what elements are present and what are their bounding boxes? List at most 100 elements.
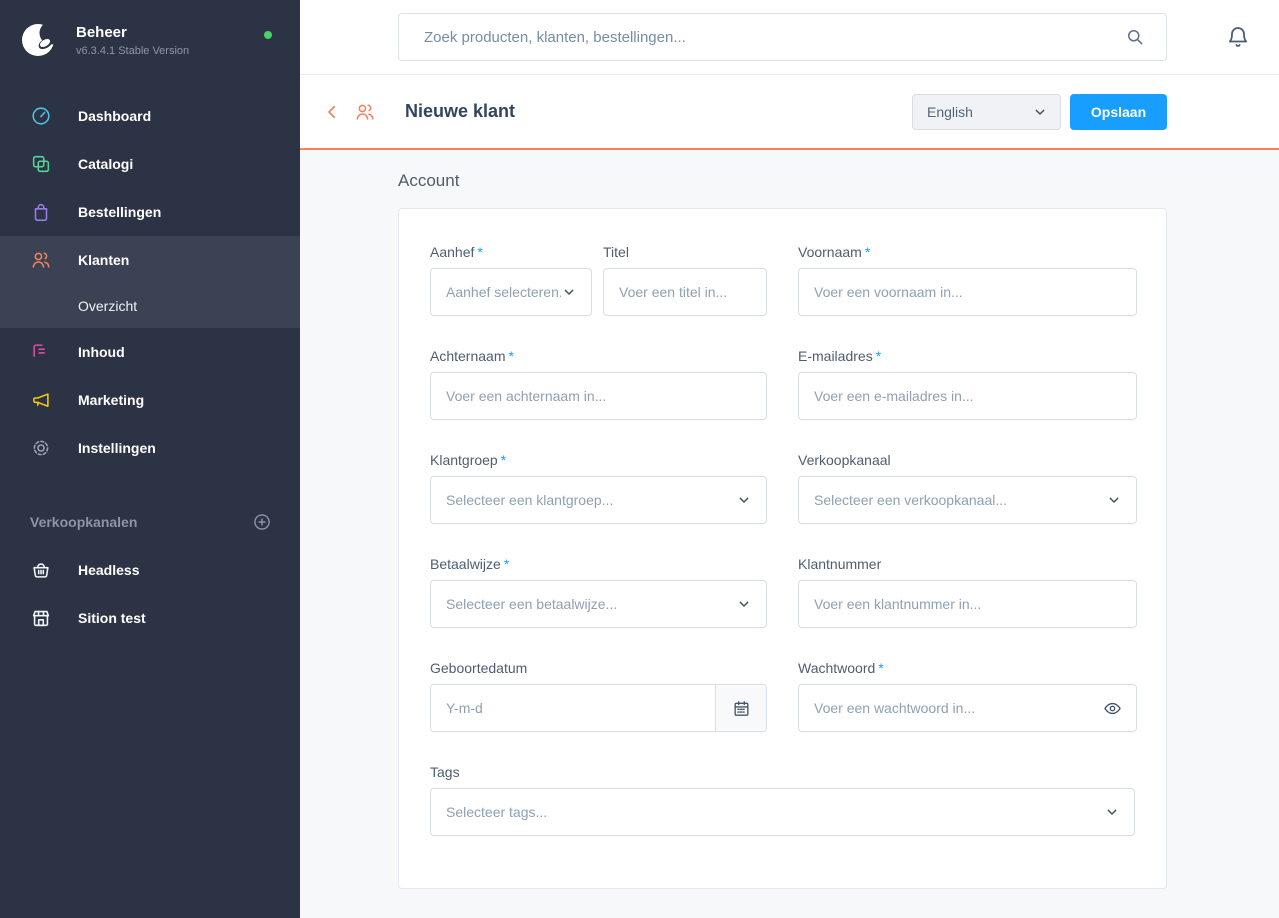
account-form-card: Aanhef * Aanhef selecteren... Titel Voer…: [398, 208, 1167, 889]
password-field: [798, 684, 1137, 732]
status-dot: [264, 31, 272, 39]
page-title: Nieuwe klant: [405, 101, 516, 121]
sidebar-subitem-label: Overzicht: [78, 298, 138, 314]
calendar-icon[interactable]: [715, 685, 766, 731]
sidebar-item-headless[interactable]: Headless: [0, 546, 300, 594]
language-select[interactable]: English: [912, 93, 1061, 130]
main-navigation: Dashboard Catalogi Bestellingen Klanten …: [0, 92, 300, 472]
required-marker: *: [875, 348, 882, 364]
sidebar-item-dashboard[interactable]: Dashboard: [0, 92, 300, 140]
app-version: v6.3.4.1 Stable Version: [76, 44, 190, 57]
sidebar-item-sition-test[interactable]: Sition test: [0, 594, 300, 642]
required-marker: *: [864, 244, 871, 260]
field-label-tags: Tags: [430, 764, 460, 780]
password-input[interactable]: [798, 684, 1137, 732]
orders-bag-icon: [30, 201, 52, 223]
smart-bar: Nieuwe klant English Opslaan: [300, 75, 1279, 150]
title-input[interactable]: [603, 268, 767, 316]
sales-channels-section: Verkoopkanalen Headless Sition test: [0, 498, 300, 642]
chevron-down-icon: [1032, 104, 1048, 120]
payment-method-placeholder: Selecteer een betaalwijze...: [446, 596, 618, 612]
sidebar-item-label: Klanten: [78, 252, 130, 268]
sidebar-item-klanten[interactable]: Klanten: [0, 236, 300, 284]
first-name-input[interactable]: [798, 268, 1137, 316]
field-label-klantnummer: Klantnummer: [798, 556, 882, 572]
sidebar-item-marketing[interactable]: Marketing: [0, 376, 300, 424]
customers-icon: [30, 249, 52, 271]
dashboard-icon: [30, 105, 52, 127]
sales-channel-placeholder: Selecteer een verkoopkanaal...: [814, 492, 1008, 508]
customer-number-input[interactable]: [798, 580, 1137, 628]
chevron-down-icon: [736, 492, 752, 508]
required-marker: *: [503, 556, 510, 572]
sidebar-item-label: Bestellingen: [78, 204, 162, 220]
field-label-geboortedatum: Geboortedatum: [430, 660, 528, 676]
salutation-select-placeholder: Aanhef selecteren...: [446, 284, 561, 300]
sidebar-item-overzicht[interactable]: Overzicht: [0, 284, 300, 328]
section-title: Account: [398, 171, 460, 190]
sidebar: Beheer v6.3.4.1 Stable Version Dashboard: [0, 0, 300, 918]
field-label-voornaam: Voornaam *: [798, 244, 871, 260]
catalog-icon: [30, 153, 52, 175]
field-label-aanhef: Aanhef *: [430, 244, 483, 260]
sidebar-item-label: Instellingen: [78, 440, 156, 456]
field-label-emailadres: E-mailadres *: [798, 348, 882, 364]
last-name-input[interactable]: [430, 372, 767, 420]
sidebar-item-label: Headless: [78, 562, 140, 578]
sidebar-item-catalogi[interactable]: Catalogi: [0, 140, 300, 188]
save-button[interactable]: Opslaan: [1070, 93, 1167, 130]
customer-group-placeholder: Selecteer een klantgroep...: [446, 492, 614, 508]
eye-icon[interactable]: [1103, 699, 1122, 718]
customer-group-select[interactable]: Selecteer een klantgroep...: [430, 476, 767, 524]
sidebar-active-section: Klanten Overzicht: [0, 236, 300, 328]
field-label-verkoopkanaal: Verkoopkanaal: [798, 452, 891, 468]
sidebar-item-label: Marketing: [78, 392, 145, 408]
chevron-down-icon: [561, 284, 577, 300]
customers-icon: [354, 101, 376, 123]
required-marker: *: [477, 244, 483, 260]
chevron-down-icon: [736, 596, 752, 612]
sales-channel-select[interactable]: Selecteer een verkoopkanaal...: [798, 476, 1137, 524]
sidebar-item-label: Dashboard: [78, 108, 152, 124]
email-input[interactable]: [798, 372, 1137, 420]
sales-channels-header: Verkoopkanalen: [30, 514, 138, 530]
top-header: [300, 0, 1279, 75]
field-label-betaalwijze: Betaalwijze *: [430, 556, 510, 572]
shopware-logo-icon: [18, 18, 63, 62]
required-marker: *: [508, 348, 514, 364]
storefront-icon: [30, 607, 52, 629]
app-root: Beheer v6.3.4.1 Stable Version Dashboard: [0, 0, 1279, 918]
plus-circle-icon[interactable]: [252, 512, 272, 532]
megaphone-icon: [30, 389, 52, 411]
global-search: [398, 13, 1167, 61]
payment-method-select[interactable]: Selecteer een betaalwijze...: [430, 580, 767, 628]
sidebar-item-instellingen[interactable]: Instellingen: [0, 424, 300, 472]
app-header: Beheer v6.3.4.1 Stable Version: [0, 0, 300, 78]
field-label-klantgroep: Klantgroep *: [430, 452, 507, 468]
sidebar-item-label: Sition test: [78, 610, 146, 626]
tags-select[interactable]: Selecteer tags...: [430, 788, 1135, 836]
birthday-input[interactable]: [431, 685, 715, 731]
tags-select-placeholder: Selecteer tags...: [446, 804, 548, 820]
salutation-select[interactable]: Aanhef selecteren...: [430, 268, 592, 316]
field-label-achternaam: Achternaam *: [430, 348, 514, 364]
field-label-wachtwoord: Wachtwoord *: [798, 660, 884, 676]
bell-icon[interactable]: [1226, 25, 1250, 49]
sidebar-item-bestellingen[interactable]: Bestellingen: [0, 188, 300, 236]
content-layout-icon: [30, 341, 52, 363]
required-marker: *: [878, 660, 884, 676]
birthday-field: [430, 684, 767, 732]
search-input[interactable]: [398, 13, 1167, 61]
required-marker: *: [500, 452, 507, 468]
gear-icon: [30, 437, 52, 459]
back-button[interactable]: [323, 103, 341, 121]
sidebar-item-label: Inhoud: [78, 344, 125, 360]
chevron-down-icon: [1106, 492, 1122, 508]
sidebar-item-label: Catalogi: [78, 156, 134, 172]
language-select-value: English: [927, 103, 973, 120]
page-content: Account Aanhef * Aanhef selecteren... Ti…: [300, 150, 1279, 918]
app-name: Beheer: [76, 23, 127, 41]
sidebar-item-inhoud[interactable]: Inhoud: [0, 328, 300, 376]
search-icon[interactable]: [1125, 27, 1145, 47]
field-label-titel: Titel: [603, 244, 629, 260]
